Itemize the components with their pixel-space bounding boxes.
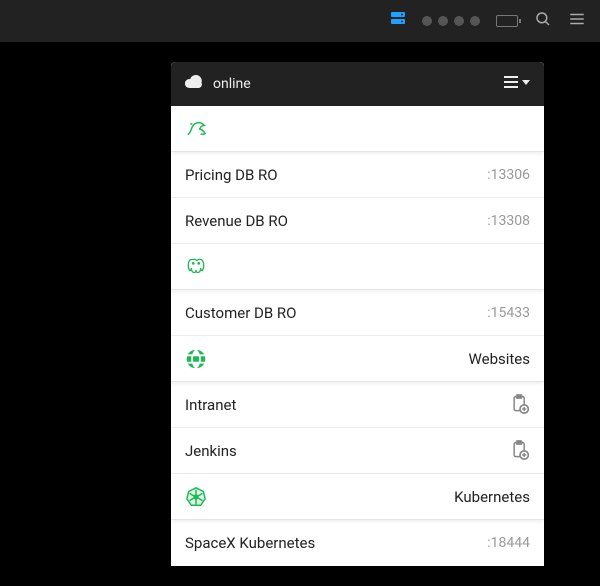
connection-row[interactable]: SpaceX Kubernetes :18444 [171,520,544,566]
connection-port: :18444 [487,535,530,551]
dot-icon [470,16,480,26]
connection-name: Customer DB RO [185,304,296,322]
connections-panel: online Pricing DB RO :13306 Revenue DB R… [171,62,544,566]
connection-row[interactable]: Pricing DB RO :13306 [171,152,544,198]
panel-menu-button[interactable] [502,74,530,94]
connection-port: :13306 [487,167,530,183]
section-header-kubernetes[interactable]: Kubernetes [171,474,544,520]
section-header-mysql[interactable] [171,106,544,152]
postgres-elephant-icon [185,256,207,278]
indicator-dots [422,16,480,26]
panel-header: online [171,62,544,106]
connection-row[interactable]: Intranet [171,382,544,428]
section-label: Websites [469,350,530,368]
search-icon[interactable] [534,10,552,32]
section-header-websites[interactable]: Websites [171,336,544,382]
connection-row[interactable]: Revenue DB RO :13308 [171,198,544,244]
dot-icon [454,16,464,26]
connection-row[interactable]: Customer DB RO :15433 [171,290,544,336]
connection-port: :13308 [487,213,530,229]
connection-name: Intranet [185,396,236,414]
connection-name: SpaceX Kubernetes [185,534,315,552]
connection-name: Revenue DB RO [185,212,288,230]
cloud-icon [185,75,203,93]
dot-icon [438,16,448,26]
clipboard-add-icon[interactable] [510,440,530,462]
kubernetes-helm-icon [185,486,207,508]
clipboard-add-icon[interactable] [510,394,530,416]
battery-icon [496,15,518,27]
mysql-dolphin-icon [185,118,207,140]
hamburger-menu-icon[interactable] [568,10,586,32]
connection-port: :15433 [487,305,530,321]
connection-row[interactable]: Jenkins [171,428,544,474]
dot-icon [422,16,432,26]
connection-name: Pricing DB RO [185,166,278,184]
server-status-icon [390,11,406,31]
status-label: online [213,76,251,92]
section-header-postgres[interactable] [171,244,544,290]
system-topbar [0,0,600,42]
section-label: Kubernetes [454,488,530,506]
connection-name: Jenkins [185,442,237,460]
globe-icon [185,348,207,370]
